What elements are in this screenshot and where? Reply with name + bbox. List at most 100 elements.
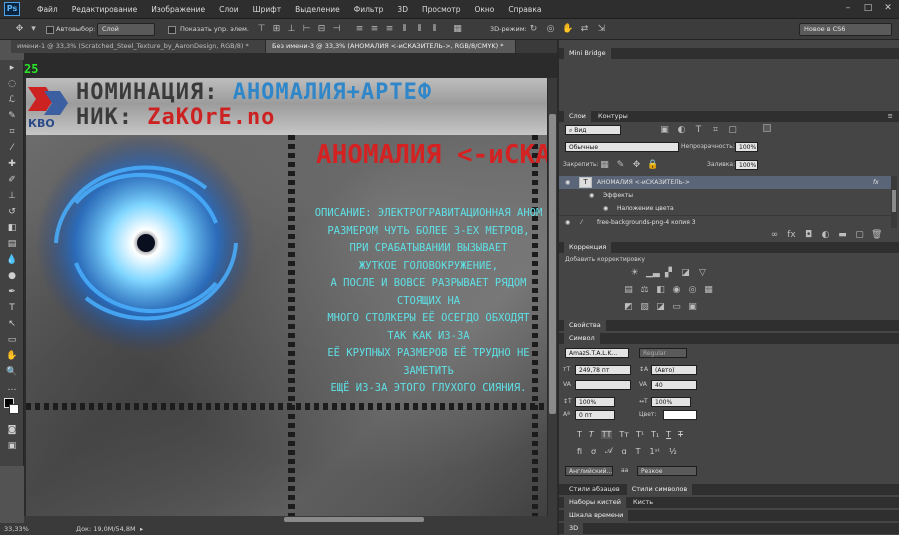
baseline-input[interactable]: 0 пт <box>575 410 615 420</box>
tab-character-styles[interactable]: Стили символов <box>626 484 693 495</box>
fill-input[interactable]: 100% <box>735 160 758 170</box>
crop-tool-icon[interactable]: ⌗ <box>0 124 24 140</box>
vibrance-icon[interactable]: ▽ <box>697 268 708 279</box>
font-size-input[interactable]: 249,78 пт <box>575 365 631 375</box>
tab-adjustments[interactable]: Коррекция <box>564 242 612 253</box>
history-brush-tool-icon[interactable]: ↺ <box>0 204 24 220</box>
tab-mini-bridge[interactable]: Mini Bridge <box>564 48 611 59</box>
chevron-right-icon[interactable]: ▸ <box>140 523 143 535</box>
distribute-left-icon[interactable]: ⦀ <box>399 24 410 35</box>
type-filter-icon[interactable]: T <box>693 125 704 136</box>
tab-document-1[interactable]: имени-1 @ 33,3% (Scratched_Steel_Texture… <box>11 40 266 53</box>
chevron-down-icon[interactable]: ▾ <box>28 24 39 35</box>
align-top-icon[interactable]: ⊤ <box>256 24 267 35</box>
tab-paths[interactable]: Контуры <box>593 111 633 122</box>
mini-bridge-header[interactable]: Mini Bridge <box>559 48 899 59</box>
link-icon[interactable]: ∞ <box>769 230 780 241</box>
clone-stamp-tool-icon[interactable]: ⊥ <box>0 188 24 204</box>
layers-scrollbar[interactable] <box>891 176 897 228</box>
visibility-eye-icon[interactable]: ◉ <box>589 189 594 202</box>
distribute-top-icon[interactable]: ≡ <box>354 24 365 35</box>
close-icon[interactable]: ✕ <box>881 2 895 15</box>
gradient-tool-icon[interactable]: ▤ <box>0 236 24 252</box>
type-tool-icon[interactable]: T <box>0 300 24 316</box>
blur-tool-icon[interactable]: 💧 <box>0 252 24 268</box>
ligatures-icon[interactable]: ﬁ <box>577 447 582 456</box>
tab-timeline[interactable]: Шкала времени <box>564 510 629 521</box>
zoom-tool-icon[interactable]: 🔍 <box>0 364 24 380</box>
ordinals-icon[interactable]: 1ˢᵗ <box>650 447 660 456</box>
language-dropdown[interactable]: Английский... <box>565 466 613 476</box>
eraser-tool-icon[interactable]: ◧ <box>0 220 24 236</box>
adjustment-layer-icon[interactable]: ◐ <box>820 230 831 241</box>
menu-help[interactable]: Справка <box>501 0 548 19</box>
zoom-level[interactable]: 33,33% <box>4 523 29 535</box>
show-controls-checkbox[interactable] <box>168 26 176 34</box>
selective-color-icon[interactable]: ▣ <box>687 302 698 313</box>
dodge-tool-icon[interactable]: ● <box>0 268 24 284</box>
alternates-icon[interactable]: ɑ <box>622 447 627 456</box>
vertical-scale-input[interactable]: 100% <box>575 397 615 407</box>
visibility-eye-icon[interactable]: ◉ <box>603 202 608 215</box>
black-white-icon[interactable]: ◧ <box>655 285 666 296</box>
align-left-icon[interactable]: ⊢ <box>301 24 312 35</box>
layer-effects-row[interactable]: ◉ Эффекты <box>559 189 891 202</box>
invert-icon[interactable]: ◩ <box>623 302 634 313</box>
layer-effect-row[interactable]: ◉ Наложение цвета <box>559 202 891 215</box>
path-select-tool-icon[interactable]: ↖ <box>0 316 24 332</box>
faux-bold-icon[interactable]: T <box>577 430 582 439</box>
move-tool-icon[interactable]: ✥ <box>14 24 25 35</box>
channel-mixer-icon[interactable]: ◎ <box>687 285 698 296</box>
minimize-icon[interactable]: – <box>841 2 855 15</box>
tab-3d[interactable]: 3D <box>564 523 584 534</box>
hue-saturation-icon[interactable]: ▤ <box>623 285 634 296</box>
fx-icon[interactable]: fx <box>873 176 879 189</box>
vertical-scrollbar[interactable] <box>548 78 557 516</box>
3d-rotate-icon[interactable]: ↻ <box>528 24 539 35</box>
distribute-hcenter-icon[interactable]: ⦀ <box>414 24 425 35</box>
oldstyle-icon[interactable]: ơ <box>591 447 596 456</box>
strikethrough-icon[interactable]: T <box>678 430 683 439</box>
distribute-bottom-icon[interactable]: ≡ <box>384 24 395 35</box>
fractions-icon[interactable]: ½ <box>669 447 677 456</box>
tab-layers[interactable]: Слои <box>564 111 591 122</box>
tab-document-3[interactable]: Без имени-3 @ 33,3% (АНОМАЛИЯ <-иСКАЗИТЕ… <box>266 40 516 53</box>
threshold-icon[interactable]: ◪ <box>655 302 666 313</box>
opacity-input[interactable]: 100% <box>735 142 758 152</box>
quick-mask-icon[interactable]: ◙ <box>0 422 24 438</box>
canvas-area[interactable]: 25 КВО НОМИНАЦИЯ: АНОМАЛИЯ+АРТЕФ НИК: Zа… <box>24 53 557 523</box>
align-right-icon[interactable]: ⊣ <box>331 24 342 35</box>
exposure-icon[interactable]: ◪ <box>680 268 691 279</box>
filter-toggle[interactable] <box>763 124 771 132</box>
layer-filter-dropdown[interactable]: ⌕ Вид <box>565 125 621 135</box>
marquee-tool-icon[interactable]: ◌ <box>0 76 24 92</box>
menu-view[interactable]: Просмотр <box>415 0 468 19</box>
faux-italic-icon[interactable]: T <box>589 430 594 439</box>
background-color[interactable] <box>9 404 19 414</box>
photo-filter-icon[interactable]: ◉ <box>671 285 682 296</box>
adjustment-filter-icon[interactable]: ◐ <box>676 125 687 136</box>
align-bottom-icon[interactable]: ⊥ <box>286 24 297 35</box>
visibility-eye-icon[interactable]: ◉ <box>565 216 570 229</box>
3d-roll-icon[interactable]: ◎ <box>545 24 556 35</box>
screen-mode-icon[interactable]: ▣ <box>0 438 24 454</box>
3d-scale-icon[interactable]: ⇲ <box>596 24 607 35</box>
layer-row[interactable]: ◉ ⁄ free-backgrounds-png-4 копия 3 <box>559 215 891 228</box>
visibility-eye-icon[interactable]: ◉ <box>565 176 570 189</box>
swash-icon[interactable]: 𝒜 <box>605 446 613 456</box>
horizontal-scale-input[interactable]: 100% <box>651 397 691 407</box>
tab-brush[interactable]: Кисть <box>628 497 658 508</box>
scroll-thumb[interactable] <box>284 517 424 522</box>
subscript-icon[interactable]: T₁ <box>651 430 659 439</box>
shape-filter-icon[interactable]: ⌗ <box>710 125 721 136</box>
menu-image[interactable]: Изображение <box>144 0 212 19</box>
lock-brush-icon[interactable]: ✎ <box>615 160 626 171</box>
hand-tool-icon[interactable]: ✋ <box>0 348 24 364</box>
scroll-thumb[interactable] <box>549 114 556 414</box>
lock-position-icon[interactable]: ✥ <box>631 160 642 171</box>
menu-select[interactable]: Выделение <box>288 0 347 19</box>
workspace-dropdown[interactable]: Новое в CS6 <box>799 23 892 36</box>
move-tool-icon[interactable]: ▸ <box>0 60 24 76</box>
fx-icon[interactable]: fx <box>786 230 797 241</box>
font-style-dropdown[interactable]: Regular <box>639 348 687 358</box>
